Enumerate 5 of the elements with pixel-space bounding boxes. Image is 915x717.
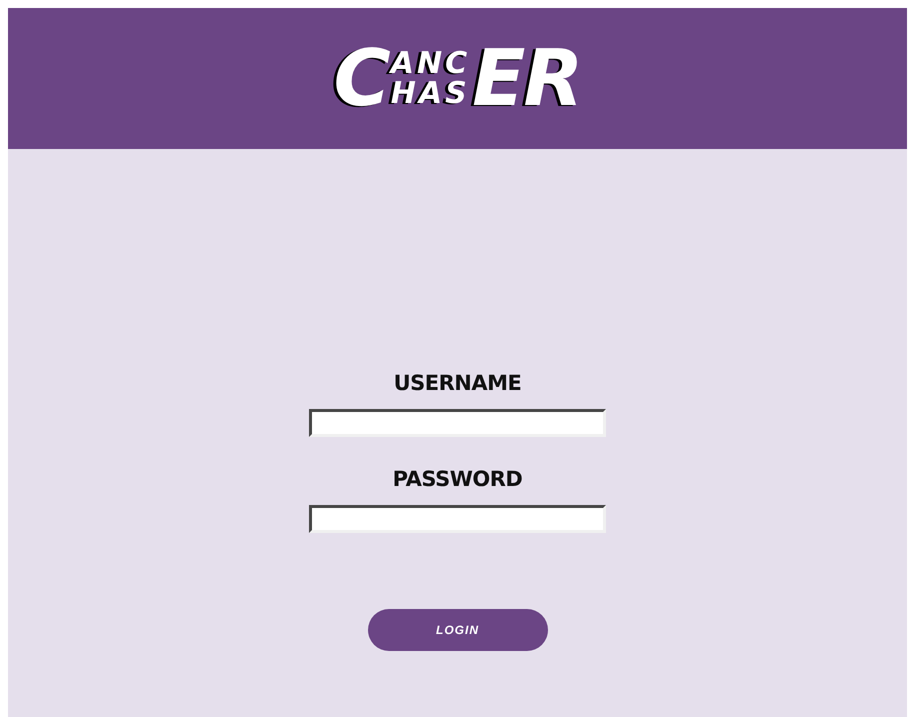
field-label: USERNAME [394,371,522,395]
login-button[interactable]: LOGIN [368,609,548,651]
field-label: PASSWORD [392,467,522,491]
input-field[interactable] [309,409,606,437]
input-field[interactable] [309,505,606,533]
